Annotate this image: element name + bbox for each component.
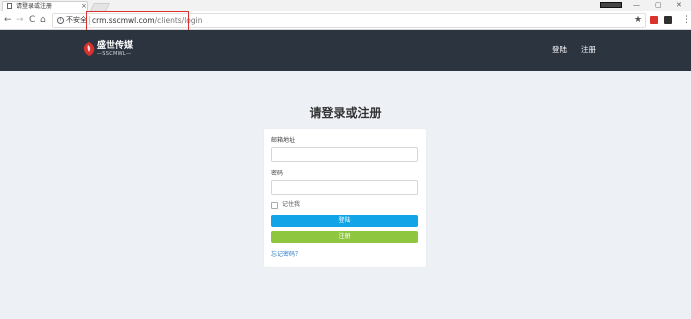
page-title: 请登录或注册	[309, 106, 382, 120]
extension-icon[interactable]	[664, 16, 672, 24]
security-label[interactable]: 不安全	[66, 16, 87, 25]
logo-text: 盛世传媒	[97, 41, 134, 51]
back-icon[interactable]: ←	[4, 15, 12, 25]
profile-badge[interactable]	[600, 2, 622, 8]
bookmark-star-icon[interactable]: ★	[634, 15, 642, 25]
email-label: 邮箱地址	[271, 137, 296, 144]
extension-icon[interactable]	[650, 16, 658, 24]
forward-icon[interactable]: →	[16, 15, 24, 25]
reload-icon[interactable]: C	[29, 15, 35, 25]
minimize-icon[interactable]: —	[633, 1, 640, 9]
logo-subtext: —SSCMWL—	[97, 51, 132, 57]
logo-mark-icon	[83, 42, 95, 56]
info-icon[interactable]: i	[57, 17, 64, 24]
maximize-icon[interactable]: ▢	[655, 1, 662, 9]
remember-me-checkbox[interactable]	[271, 202, 278, 209]
login-card: 邮箱地址 密码 记住我 登陆 注册 忘记密码？	[264, 129, 426, 267]
tab-title: 请登录或注册	[16, 3, 53, 10]
email-field[interactable]	[271, 147, 418, 162]
browser-menu-icon[interactable]: ⋮	[682, 15, 691, 25]
remember-me-label: 记住我	[282, 201, 301, 208]
tab-close-icon[interactable]: ×	[81, 2, 87, 10]
browser-tab[interactable]: 请登录或注册 ×	[2, 1, 88, 11]
password-label: 密码	[271, 170, 284, 177]
home-icon[interactable]: ⌂	[40, 15, 46, 25]
forgot-password-link[interactable]: 忘记密码？	[271, 251, 301, 259]
url-highlight-box	[86, 11, 189, 31]
nav-login-link[interactable]: 登陆	[552, 45, 567, 55]
browser-tabstrip: 请登录或注册 × — ▢ ✕	[0, 0, 691, 11]
login-button[interactable]: 登陆	[271, 215, 418, 227]
register-button[interactable]: 注册	[271, 231, 418, 243]
close-window-icon[interactable]: ✕	[676, 1, 682, 9]
password-field[interactable]	[271, 180, 418, 195]
site-header: 盛世传媒 —SSCMWL— 登陆 注册	[0, 30, 691, 71]
new-tab-button[interactable]	[90, 3, 110, 11]
nav-register-link[interactable]: 注册	[581, 45, 596, 55]
document-icon	[7, 3, 12, 9]
